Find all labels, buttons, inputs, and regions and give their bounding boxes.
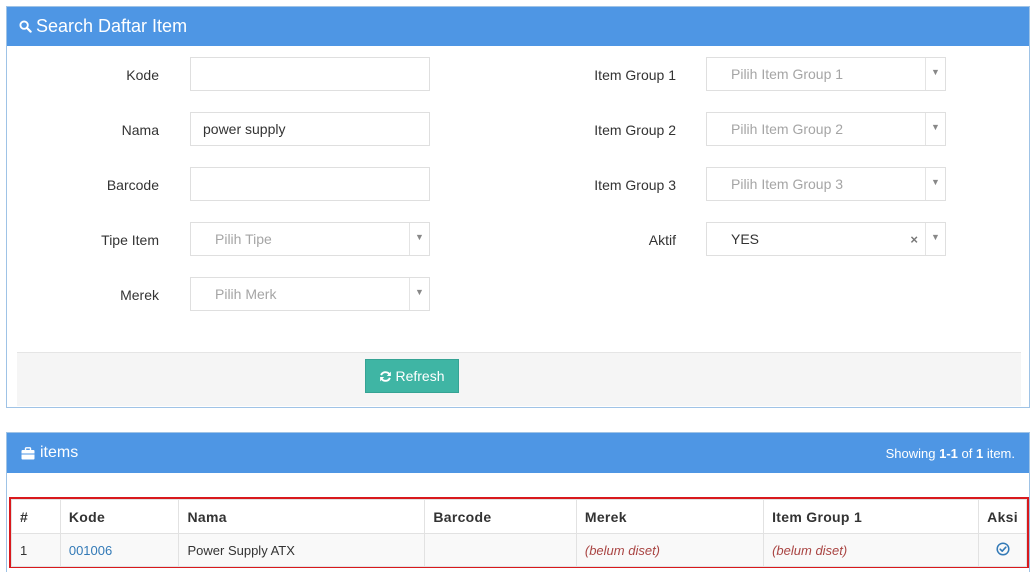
column-header-merek[interactable]: Merek: [575, 499, 765, 534]
item-merek: (belum diset): [575, 533, 765, 567]
merek-select[interactable]: Pilih Merk ▼: [190, 277, 430, 311]
item-group-1-select[interactable]: Pilih Item Group 1 ▼: [706, 57, 946, 91]
barcode-label: Barcode: [106, 177, 159, 193]
aktif-select[interactable]: YES × ▼: [706, 222, 946, 256]
refresh-button-label: Refresh: [395, 368, 445, 384]
column-header-item-group-1[interactable]: Item Group 1: [763, 499, 980, 534]
briefcase-icon: [21, 446, 35, 460]
item-nama: Power Supply ATX: [178, 533, 426, 567]
item-group-3-label: Item Group 3: [594, 177, 676, 193]
items-panel-header: items Showing 1-1 of 1 item.: [7, 433, 1029, 473]
item-group-2-placeholder: Pilih Item Group 2: [731, 121, 844, 137]
aktif-label: Aktif: [648, 232, 676, 248]
search-panel-title: Search Daftar Item: [36, 16, 188, 36]
search-panel-footer: Refresh: [17, 352, 1021, 406]
tipe-item-label: Tipe Item: [101, 232, 159, 248]
items-table: # Kode Nama Barcode Merek Item Group 1 A…: [11, 499, 1027, 567]
item-group-3-select[interactable]: Pilih Item Group 3 ▼: [706, 167, 946, 201]
item-group-2-label: Item Group 2: [594, 122, 676, 138]
column-header-number[interactable]: #: [11, 499, 61, 534]
nama-label: Nama: [121, 122, 159, 138]
aktif-value: YES: [731, 231, 760, 247]
item-group-1-placeholder: Pilih Item Group 1: [731, 66, 844, 82]
column-header-barcode[interactable]: Barcode: [424, 499, 577, 534]
item-group-2-select[interactable]: Pilih Item Group 2 ▼: [706, 112, 946, 146]
item-kode-link[interactable]: 001006: [59, 533, 180, 567]
items-table-highlight: # Kode Nama Barcode Merek Item Group 1 A…: [9, 497, 1029, 568]
chevron-down-icon[interactable]: ▼: [925, 223, 945, 255]
barcode-input[interactable]: [190, 167, 430, 201]
search-icon: [17, 19, 33, 35]
column-header-nama[interactable]: Nama: [178, 499, 426, 534]
table-row: 1 001006 Power Supply ATX (belum diset) …: [11, 533, 1027, 567]
check-circle-icon[interactable]: [996, 541, 1010, 556]
tipe-item-placeholder: Pilih Tipe: [215, 231, 272, 247]
item-group-3-placeholder: Pilih Item Group 3: [731, 176, 844, 192]
chevron-down-icon[interactable]: ▼: [925, 113, 945, 145]
merek-label: Merek: [120, 287, 159, 303]
column-header-kode[interactable]: Kode: [59, 499, 180, 534]
nama-input[interactable]: power supply: [190, 112, 430, 146]
row-number: 1: [11, 533, 61, 567]
items-summary: Showing 1-1 of 1 item.: [885, 445, 1015, 461]
item-group-1-label: Item Group 1: [594, 67, 676, 83]
items-panel-title: items: [40, 444, 79, 461]
kode-input[interactable]: [190, 57, 430, 91]
chevron-down-icon[interactable]: ▼: [925, 168, 945, 200]
kode-label: Kode: [126, 67, 159, 83]
column-header-aksi: Aksi: [978, 499, 1027, 534]
items-panel: items Showing 1-1 of 1 item. # Kode Nama…: [6, 432, 1030, 572]
chevron-down-icon[interactable]: ▼: [409, 223, 429, 255]
item-action-cell: [978, 533, 1027, 567]
refresh-button[interactable]: Refresh: [365, 359, 459, 393]
chevron-down-icon[interactable]: ▼: [925, 58, 945, 90]
table-header-row: # Kode Nama Barcode Merek Item Group 1 A…: [11, 499, 1027, 534]
search-panel: Search Daftar Item Kode Nama power suppl…: [6, 6, 1030, 408]
item-group-1-value: (belum diset): [763, 533, 980, 567]
tipe-item-select[interactable]: Pilih Tipe ▼: [190, 222, 430, 256]
clear-icon[interactable]: ×: [910, 232, 918, 247]
item-barcode: [424, 533, 577, 567]
search-panel-header: Search Daftar Item: [7, 7, 1029, 46]
refresh-icon: [379, 370, 392, 383]
chevron-down-icon[interactable]: ▼: [409, 278, 429, 310]
merek-placeholder: Pilih Merk: [215, 286, 277, 302]
